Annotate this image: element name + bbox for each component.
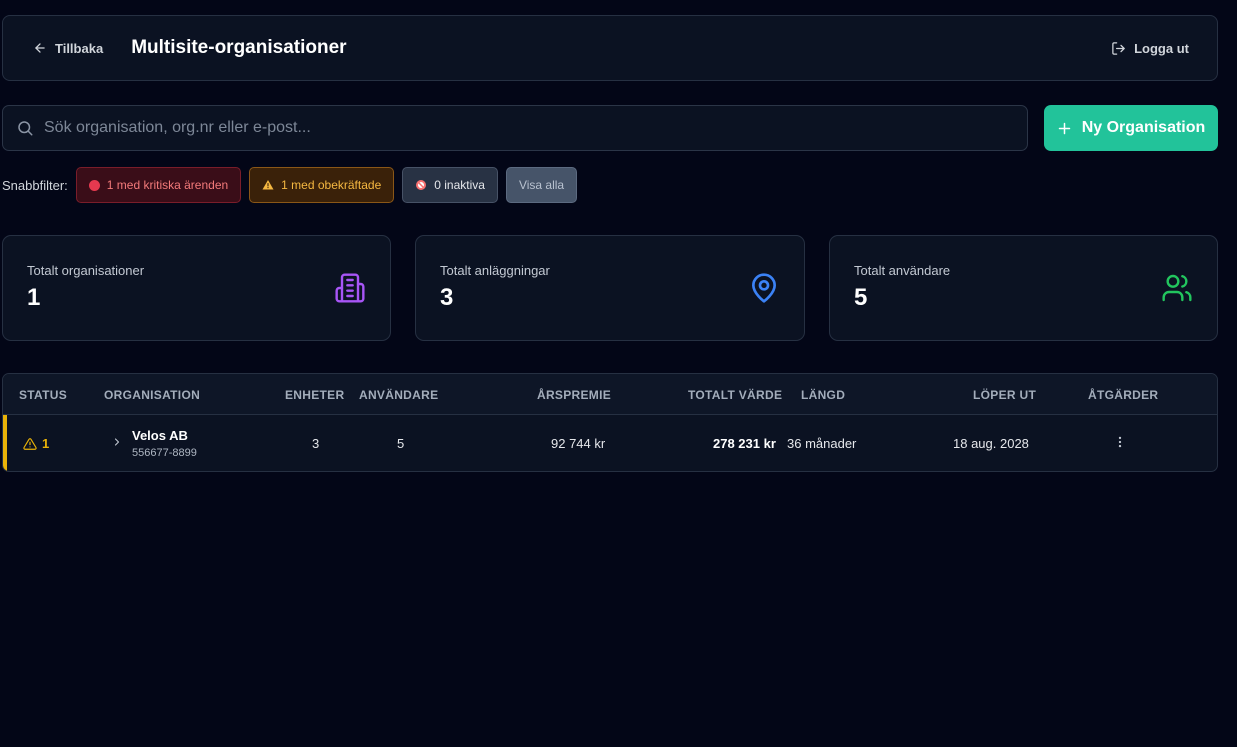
filter-unconfirmed-chip[interactable]: 1 med obekräftade bbox=[249, 167, 395, 203]
warning-icon bbox=[262, 180, 274, 190]
search-input[interactable] bbox=[44, 119, 1004, 137]
filter-critical-chip[interactable]: 1 med kritiska ärenden bbox=[75, 167, 242, 203]
row-length: 36 månader bbox=[787, 436, 857, 451]
row-units: 3 bbox=[312, 436, 320, 451]
filter-inactive-label: 0 inaktiva bbox=[434, 178, 485, 192]
back-label: Tillbaka bbox=[55, 40, 104, 56]
arrow-left-icon bbox=[35, 43, 45, 53]
row-users: 5 bbox=[397, 436, 405, 451]
row-expires: 18 aug. 2028 bbox=[953, 436, 1029, 451]
stat-value: 3 bbox=[440, 284, 454, 311]
column-length[interactable]: LÄNGD bbox=[801, 388, 845, 402]
page-header: Tillbaka Multisite-organisationer Logga … bbox=[2, 15, 1218, 81]
chevron-right-icon bbox=[114, 438, 120, 446]
stat-card-users: Totalt användare 5 bbox=[829, 235, 1218, 341]
filter-inactive-chip[interactable]: 0 inaktiva bbox=[402, 167, 498, 203]
column-units[interactable]: ENHETER bbox=[285, 388, 344, 402]
filter-show-all-label: Visa alla bbox=[518, 178, 565, 192]
column-actions: ÅTGÄRDER bbox=[1088, 388, 1159, 402]
stat-title: Totalt organisationer bbox=[27, 263, 145, 278]
table-header: STATUS ORGANISATION ENHETER ANVÄNDARE ÅR… bbox=[3, 374, 1217, 415]
column-organisation[interactable]: ORGANISATION bbox=[104, 388, 200, 402]
stat-value: 5 bbox=[854, 284, 868, 311]
warning-accent-bar bbox=[3, 415, 7, 471]
expand-row-button[interactable] bbox=[111, 436, 123, 451]
row-organisation: Velos AB 556677-8899 bbox=[132, 428, 197, 459]
column-users[interactable]: ANVÄNDARE bbox=[359, 388, 438, 402]
building-icon bbox=[335, 273, 365, 303]
organisations-table: STATUS ORGANISATION ENHETER ANVÄNDARE ÅR… bbox=[2, 373, 1218, 472]
row-status-count: 1 bbox=[42, 436, 50, 451]
new-organisation-button[interactable]: Ny Organisation bbox=[1044, 105, 1218, 151]
map-pin-icon bbox=[752, 273, 776, 303]
logout-label: Logga ut bbox=[1134, 40, 1189, 56]
red-dot-icon bbox=[88, 179, 100, 191]
plus-icon bbox=[1058, 122, 1070, 134]
table-row[interactable]: 1 Velos AB 556677-8899 3 5 92 744 kr 278… bbox=[3, 415, 1217, 471]
page-title: Multisite-organisationer bbox=[131, 37, 347, 58]
filter-show-all-button[interactable]: Visa alla bbox=[505, 167, 578, 203]
log-out-icon bbox=[1112, 41, 1125, 55]
filter-unconfirmed-label: 1 med obekräftade bbox=[281, 178, 382, 192]
row-actions-button[interactable] bbox=[1113, 435, 1127, 452]
search-icon bbox=[18, 121, 33, 136]
more-vertical-icon bbox=[1118, 436, 1122, 448]
row-total-value: 278 231 kr bbox=[713, 436, 776, 451]
filter-critical-label: 1 med kritiska ärenden bbox=[106, 178, 229, 192]
logout-button[interactable]: Logga ut bbox=[1111, 41, 1189, 56]
stat-card-organisations: Totalt organisationer 1 bbox=[2, 235, 391, 341]
search-bar bbox=[2, 105, 1028, 151]
column-annual-premium[interactable]: ÅRSPREMIE bbox=[537, 388, 611, 402]
new-organisation-label: Ny Organisation bbox=[1081, 119, 1206, 136]
organisation-number: 556677-8899 bbox=[132, 447, 197, 459]
column-total-value[interactable]: TOTALT VÄRDE bbox=[688, 388, 782, 402]
row-status: 1 bbox=[23, 436, 49, 451]
column-expires[interactable]: LÖPER UT bbox=[973, 388, 1036, 402]
row-annual-premium: 92 744 kr bbox=[551, 436, 606, 451]
column-status[interactable]: STATUS bbox=[19, 388, 67, 402]
stat-value: 1 bbox=[27, 284, 41, 311]
quick-filter-label: Snabbfilter: bbox=[2, 177, 68, 193]
stat-title: Totalt användare bbox=[854, 263, 951, 278]
stat-title: Totalt anläggningar bbox=[440, 263, 550, 278]
quick-filters: Snabbfilter: 1 med kritiska ärenden 1 me… bbox=[2, 167, 585, 203]
prohibited-icon bbox=[416, 180, 427, 190]
users-icon bbox=[1162, 274, 1192, 302]
back-button[interactable]: Tillbaka bbox=[33, 41, 103, 56]
stat-card-facilities: Totalt anläggningar 3 bbox=[415, 235, 805, 341]
warning-triangle-icon bbox=[23, 437, 37, 450]
organisation-name[interactable]: Velos AB bbox=[132, 428, 197, 443]
